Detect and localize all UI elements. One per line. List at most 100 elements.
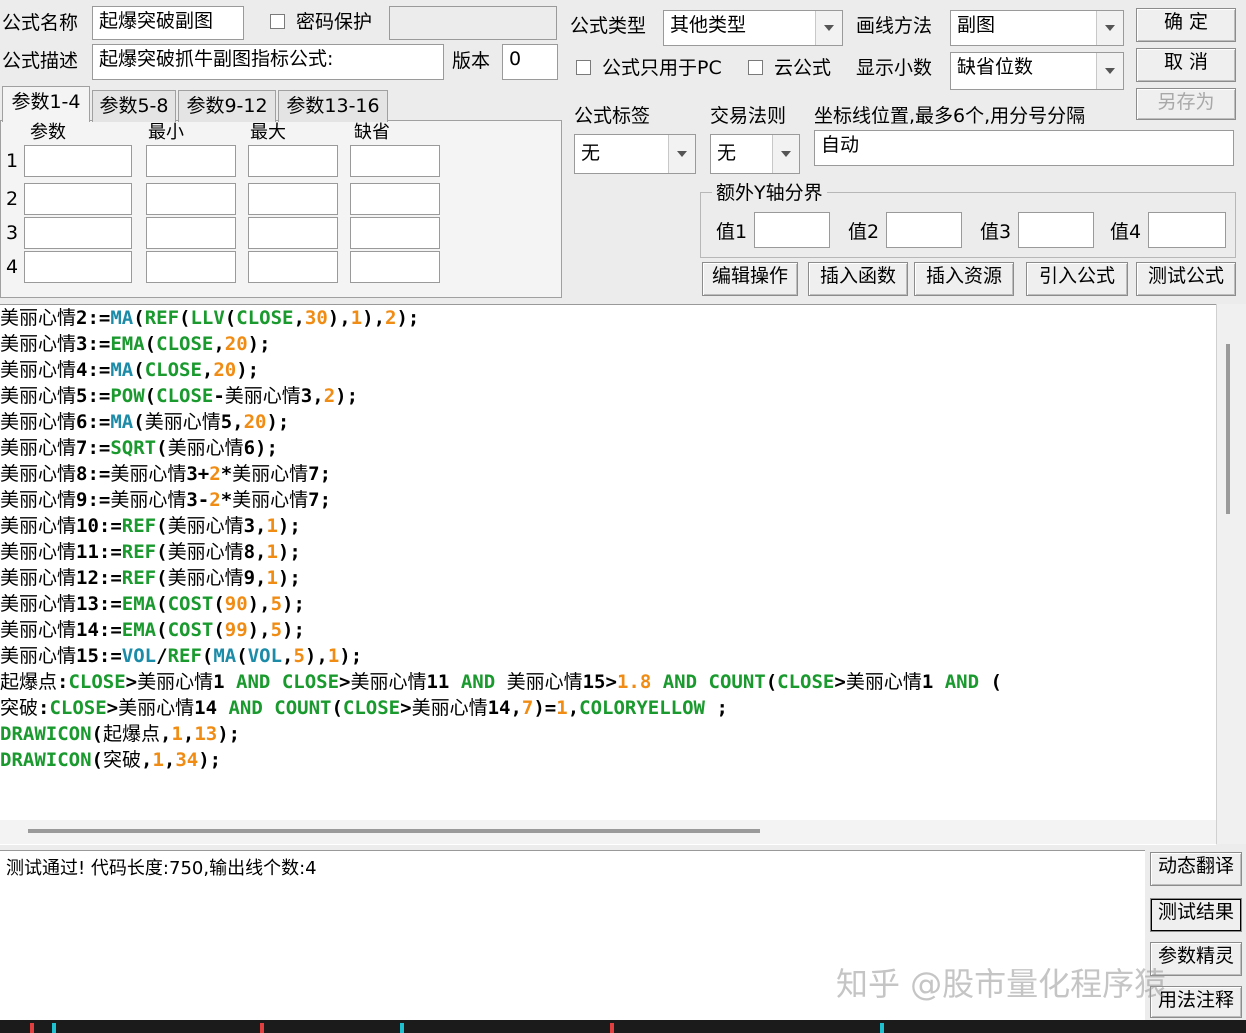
param-cell-input[interactable]	[350, 145, 440, 177]
cancel-button[interactable]: 取 消	[1136, 48, 1236, 82]
draw-method-select[interactable]: 副图	[950, 10, 1124, 46]
code-token: (	[156, 567, 168, 589]
test-formula-button[interactable]: 测试公式	[1136, 262, 1236, 296]
code-token: (	[156, 515, 168, 537]
vertical-scrollbar-thumb[interactable]	[1226, 344, 1230, 514]
param-cell-input[interactable]	[146, 183, 236, 215]
param-cell-input[interactable]	[350, 251, 440, 283]
tab-params-5-8[interactable]: 参数5-8	[92, 90, 176, 122]
tab-params-9-12[interactable]: 参数9-12	[178, 90, 276, 122]
code-token: 美丽心情	[232, 489, 309, 511]
code-token: 1	[350, 307, 363, 329]
param-cell-input[interactable]	[24, 183, 132, 215]
code-token: 美丽心情	[0, 437, 77, 459]
param-header-min: 最小	[148, 122, 184, 143]
y-value-3-input[interactable]	[1018, 212, 1094, 248]
param-cell-input[interactable]	[24, 145, 132, 177]
horizontal-scrollbar-thumb[interactable]	[28, 829, 760, 833]
y-value-4-label: 值4	[1110, 221, 1142, 243]
formula-desc-input[interactable]: 起爆突破抓牛副图指标公式:	[92, 44, 444, 80]
code-token: 美丽心情	[167, 437, 244, 459]
vertical-scrollbar[interactable]	[1216, 304, 1246, 844]
code-token: (	[133, 411, 145, 433]
y-value-2-input[interactable]	[886, 212, 962, 248]
param-cell-input[interactable]	[248, 217, 338, 249]
code-token: 9:=	[76, 489, 111, 511]
decimals-select[interactable]: 缺省位数	[950, 52, 1124, 90]
param-cell-input[interactable]	[248, 183, 338, 215]
param-cell-input[interactable]	[24, 251, 132, 283]
code-token: ,	[140, 749, 153, 771]
password-input[interactable]	[389, 6, 557, 40]
param-cell-input[interactable]	[146, 145, 236, 177]
dynamic-translate-button[interactable]: 动态翻译	[1150, 852, 1242, 886]
code-token: 3,	[300, 385, 324, 407]
trade-rule-select[interactable]: 无	[710, 134, 800, 174]
formula-name-input[interactable]: 起爆突破副图	[92, 6, 244, 40]
code-token: );	[396, 307, 420, 329]
pc-only-checkbox[interactable]	[576, 60, 591, 75]
code-token: 2:=	[76, 307, 111, 329]
test-result-button[interactable]: 测试结果	[1150, 898, 1242, 932]
param-cell-input[interactable]	[248, 145, 338, 177]
import-formula-button[interactable]: 引入公式	[1026, 262, 1128, 296]
formula-type-select[interactable]: 其他类型	[663, 10, 843, 46]
code-token: :	[38, 697, 50, 719]
edit-operations-button[interactable]: 编辑操作	[702, 262, 798, 296]
draw-method-value: 副图	[957, 14, 996, 36]
formula-tag-select[interactable]: 无	[574, 134, 696, 174]
code-token: 美丽心情	[845, 671, 922, 693]
tab-params-13-16[interactable]: 参数13-16	[278, 90, 388, 122]
code-token: VOL	[121, 645, 157, 667]
code-token: 美丽心情	[0, 385, 77, 407]
param-cell-input[interactable]	[350, 217, 440, 249]
code-token: 1	[152, 749, 164, 771]
code-token: 美丽心情	[167, 567, 244, 589]
code-token: ,	[182, 723, 195, 745]
insert-function-button[interactable]: 插入函数	[808, 262, 908, 296]
code-token: CLOSE	[68, 671, 126, 693]
code-token: );	[266, 411, 290, 433]
code-token: EMA	[110, 333, 145, 355]
param-cell-input[interactable]	[146, 251, 236, 283]
code-token: AND	[944, 671, 980, 693]
code-token: ,	[282, 645, 294, 667]
code-token: 美丽心情	[0, 541, 77, 563]
code-token: 美丽心情	[110, 463, 187, 485]
version-input[interactable]: 0	[502, 44, 558, 80]
y-value-4-input[interactable]	[1148, 212, 1226, 248]
ok-button[interactable]: 确 定	[1136, 8, 1236, 42]
code-token: ),	[327, 307, 351, 329]
save-as-button[interactable]: 另存为	[1136, 88, 1236, 120]
param-cell-input[interactable]	[146, 217, 236, 249]
horizontal-scrollbar[interactable]	[0, 820, 1216, 844]
code-token: 美丽心情	[411, 697, 488, 719]
axis-position-input[interactable]: 自动	[814, 130, 1234, 166]
code-token: 美丽心情	[167, 515, 244, 537]
param-cell-input[interactable]	[350, 183, 440, 215]
code-token: 4:=	[76, 359, 111, 381]
code-line: 美丽心情12:=REF(美丽心情9,1);	[0, 565, 1002, 591]
code-token: >	[339, 671, 351, 693]
code-line: DRAWICON(突破,1,34);	[0, 747, 1002, 773]
code-token: (	[236, 645, 248, 667]
code-token: 7:=	[76, 437, 111, 459]
code-token: 10:=	[76, 515, 122, 537]
code-token: *	[220, 489, 233, 511]
param-wizard-button[interactable]: 参数精灵	[1150, 942, 1242, 976]
cloud-formula-checkbox[interactable]	[748, 60, 763, 75]
param-cell-input[interactable]	[24, 217, 132, 249]
code-token: 美丽心情	[0, 333, 77, 355]
insert-resource-button[interactable]: 插入资源	[914, 262, 1014, 296]
usage-notes-button[interactable]: 用法注释	[1150, 986, 1242, 1018]
password-checkbox[interactable]	[270, 14, 285, 29]
cyan-mark	[52, 1023, 56, 1033]
param-cell-input[interactable]	[248, 251, 338, 283]
y-value-1-input[interactable]	[754, 212, 830, 248]
code-token: );	[198, 749, 222, 771]
tab-params-1-4[interactable]: 参数1-4	[2, 86, 90, 122]
code-token: ),	[247, 619, 271, 641]
code-editor[interactable]: 美丽心情2:=MA(REF(LLV(CLOSE,30),1),2); 美丽心情3:…	[0, 304, 1216, 845]
